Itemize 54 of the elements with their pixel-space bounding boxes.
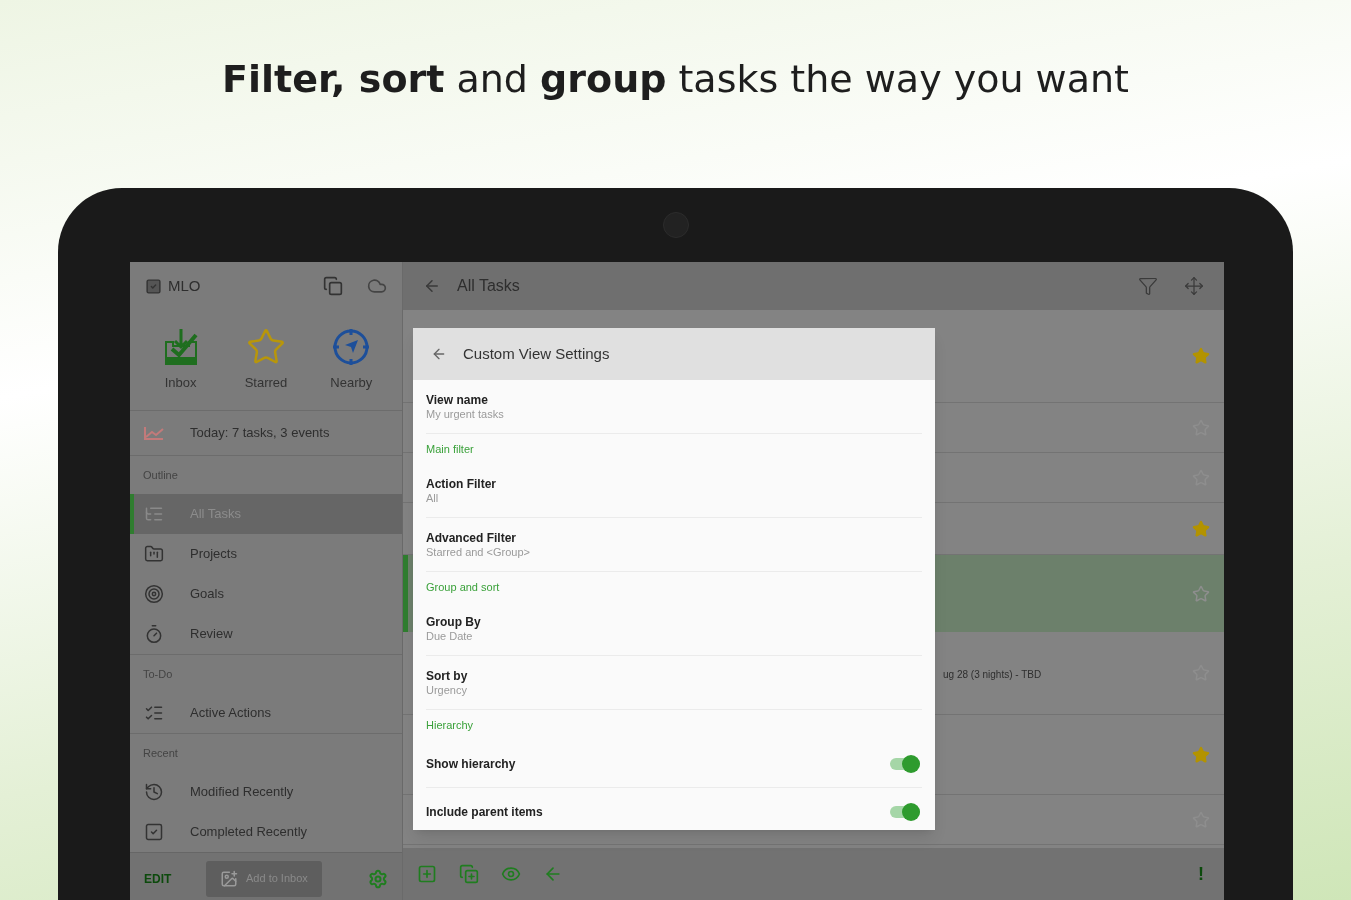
quick-view-button[interactable]: Inbox	[140, 327, 221, 393]
setting-row[interactable]: Sort by Urgency	[426, 656, 922, 710]
target-icon	[144, 584, 164, 604]
setting-label: Include parent items	[426, 803, 544, 821]
tree-icon	[144, 504, 164, 524]
copy-icon[interactable]	[323, 276, 343, 296]
eye-icon[interactable]	[501, 864, 521, 884]
section-heading: Hierarchy	[426, 717, 474, 733]
setting-label: Show hierarchy	[426, 755, 517, 773]
section-heading: Group and sort	[426, 579, 500, 595]
sidebar-item[interactable]: Completed Recently	[130, 812, 402, 852]
back-icon[interactable]	[423, 277, 441, 295]
task-text: ug 28 (3 nights) - TBD	[943, 669, 1042, 680]
chart-icon	[144, 426, 164, 440]
sidebar-item[interactable]: Modified Recently	[130, 772, 402, 812]
timer-icon	[144, 624, 164, 644]
quick-view-button[interactable]: Starred	[226, 327, 306, 393]
today-summary[interactable]: Today: 7 tasks, 3 events	[190, 423, 330, 443]
setting-row[interactable]: Action Filter All	[426, 464, 922, 518]
setting-row[interactable]: Advanced Filter Starred and <Group>	[426, 518, 922, 572]
star-icon[interactable]	[1192, 347, 1210, 365]
screen-title: All Tasks	[457, 276, 520, 296]
add-image-icon	[220, 869, 238, 888]
priority-mark[interactable]: !	[1198, 860, 1210, 888]
edit-button[interactable]: EDIT	[144, 869, 192, 888]
history-icon	[144, 782, 164, 802]
section-heading: Main filter	[426, 441, 474, 457]
folder-icon	[144, 544, 164, 564]
add-task-icon[interactable]	[417, 864, 437, 884]
quick-view-button[interactable]: Nearby	[311, 327, 392, 393]
add-subtask-icon[interactable]	[459, 864, 479, 884]
sidebar-item[interactable]: Goals	[130, 574, 402, 614]
sidebar-item[interactable]: Projects	[130, 534, 402, 574]
move-icon[interactable]	[1184, 276, 1204, 296]
sidebar-item[interactable]: Active Actions	[130, 693, 402, 733]
toggle-switch[interactable]	[890, 805, 920, 818]
dialog-title: Custom View Settings	[463, 343, 610, 364]
toggle-switch[interactable]	[890, 757, 920, 770]
back-icon[interactable]	[431, 346, 447, 362]
headline: Filter, sort and group tasks the way you want	[222, 55, 1129, 103]
cloud-icon[interactable]	[367, 276, 387, 296]
filter-icon[interactable]	[1138, 276, 1158, 296]
star-icon[interactable]	[1192, 519, 1210, 538]
checked-box-icon	[144, 822, 164, 842]
settings-icon[interactable]	[368, 868, 388, 889]
setting-row[interactable]: View name My urgent tasks	[426, 380, 922, 434]
app-name: MLO	[168, 275, 201, 296]
setting-row[interactable]: Group By Due Date	[426, 602, 922, 656]
sidebar-item[interactable]: Review	[130, 614, 402, 654]
app-logo-icon	[145, 277, 162, 295]
compass-icon	[331, 327, 372, 368]
star-icon[interactable]	[1192, 584, 1210, 603]
checklist-icon	[144, 703, 164, 723]
star-icon[interactable]	[1192, 745, 1210, 764]
